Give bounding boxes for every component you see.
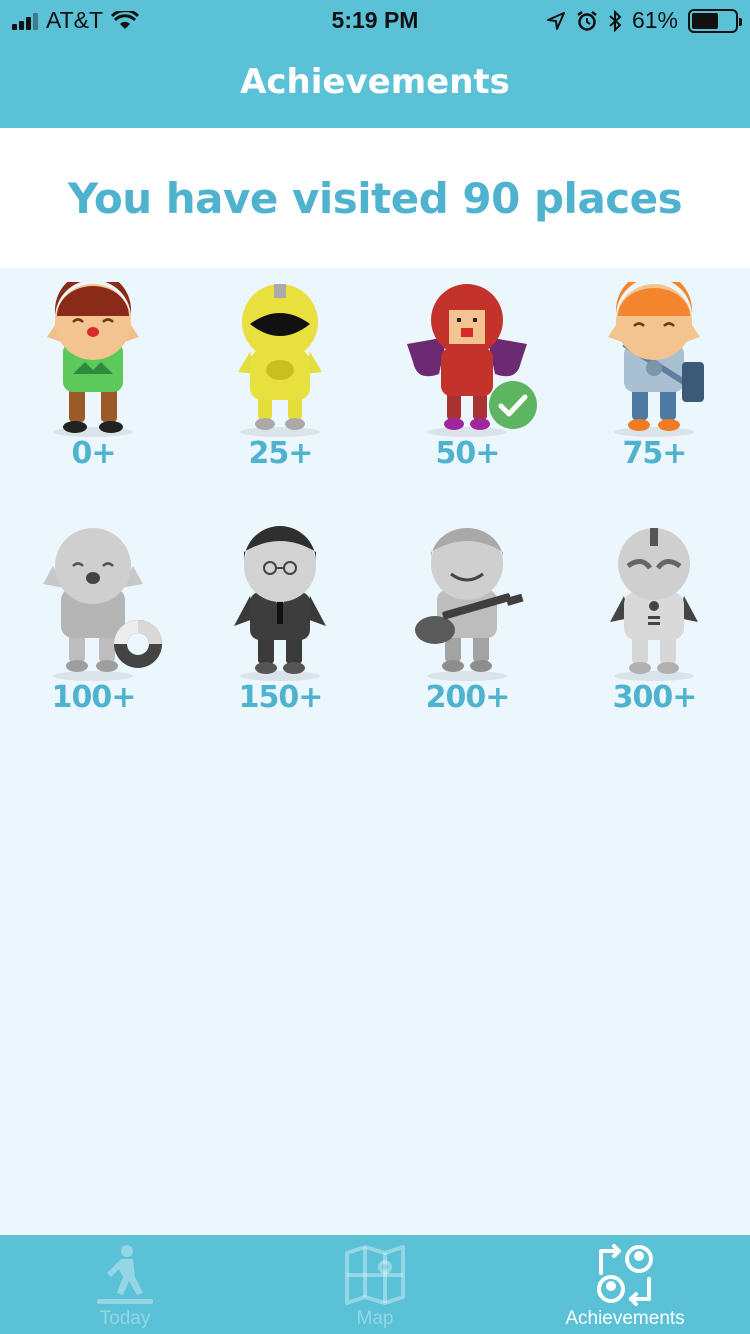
navigation-bar: Achievements [0, 40, 750, 128]
badge-threshold-label: 150+ [238, 680, 324, 715]
bluetooth-icon [609, 9, 622, 32]
achievement-badge-50[interactable]: 50+ [374, 268, 561, 498]
tab-bar: Today Map Achievements [0, 1235, 750, 1334]
achievement-badge-100[interactable]: 100+ [0, 512, 187, 742]
mail-carrier-character-icon [608, 282, 704, 437]
battery-icon [688, 8, 742, 33]
tab-achievements[interactable]: Achievements [500, 1235, 750, 1334]
achievement-badge-300[interactable]: 300+ [561, 512, 748, 742]
battery-percent: 61% [631, 7, 678, 33]
tab-map[interactable]: Map [250, 1235, 500, 1334]
achievement-badge-25[interactable]: 25+ [187, 268, 374, 498]
achievement-badge-0[interactable]: 0+ [0, 268, 187, 498]
walker-icon [97, 1245, 153, 1304]
badge-threshold-label: 100+ [51, 680, 137, 715]
visit-summary-text: You have visited 90 places [67, 174, 683, 223]
achievement-badge-75[interactable]: 75+ [561, 268, 748, 498]
businessman-character-icon [234, 526, 326, 681]
badge-threshold-label: 25+ [248, 436, 314, 471]
kid-character-icon [47, 282, 139, 437]
badge-threshold-label: 75+ [622, 436, 688, 471]
tab-achievements-label: Achievements [565, 1308, 685, 1329]
swimmer-character-icon [43, 528, 162, 681]
map-icon [345, 1245, 405, 1305]
guitarist-character-icon [415, 528, 524, 681]
badge-threshold-label: 300+ [612, 680, 698, 715]
tab-today[interactable]: Today [0, 1235, 250, 1334]
achievement-badge-150[interactable]: 150+ [187, 512, 374, 742]
tab-map-label: Map [356, 1308, 394, 1329]
page-title: Achievements [240, 62, 510, 102]
robot-character-icon [610, 528, 698, 681]
achieved-check-icon [489, 381, 537, 429]
badge-threshold-label: 50+ [435, 436, 501, 471]
ranger-character-icon [238, 284, 322, 437]
tab-today-label: Today [99, 1308, 151, 1329]
location-arrow-icon [546, 11, 565, 30]
achievement-badge-200[interactable]: 200+ [374, 512, 561, 742]
badge-threshold-label: 200+ [425, 680, 511, 715]
visit-summary: You have visited 90 places [0, 128, 750, 268]
badge-threshold-label: 0+ [71, 436, 116, 471]
status-bar: AT&T 5:19 PM 61% [0, 0, 750, 40]
alarm-icon [577, 10, 597, 31]
achievements-icon [597, 1244, 653, 1306]
